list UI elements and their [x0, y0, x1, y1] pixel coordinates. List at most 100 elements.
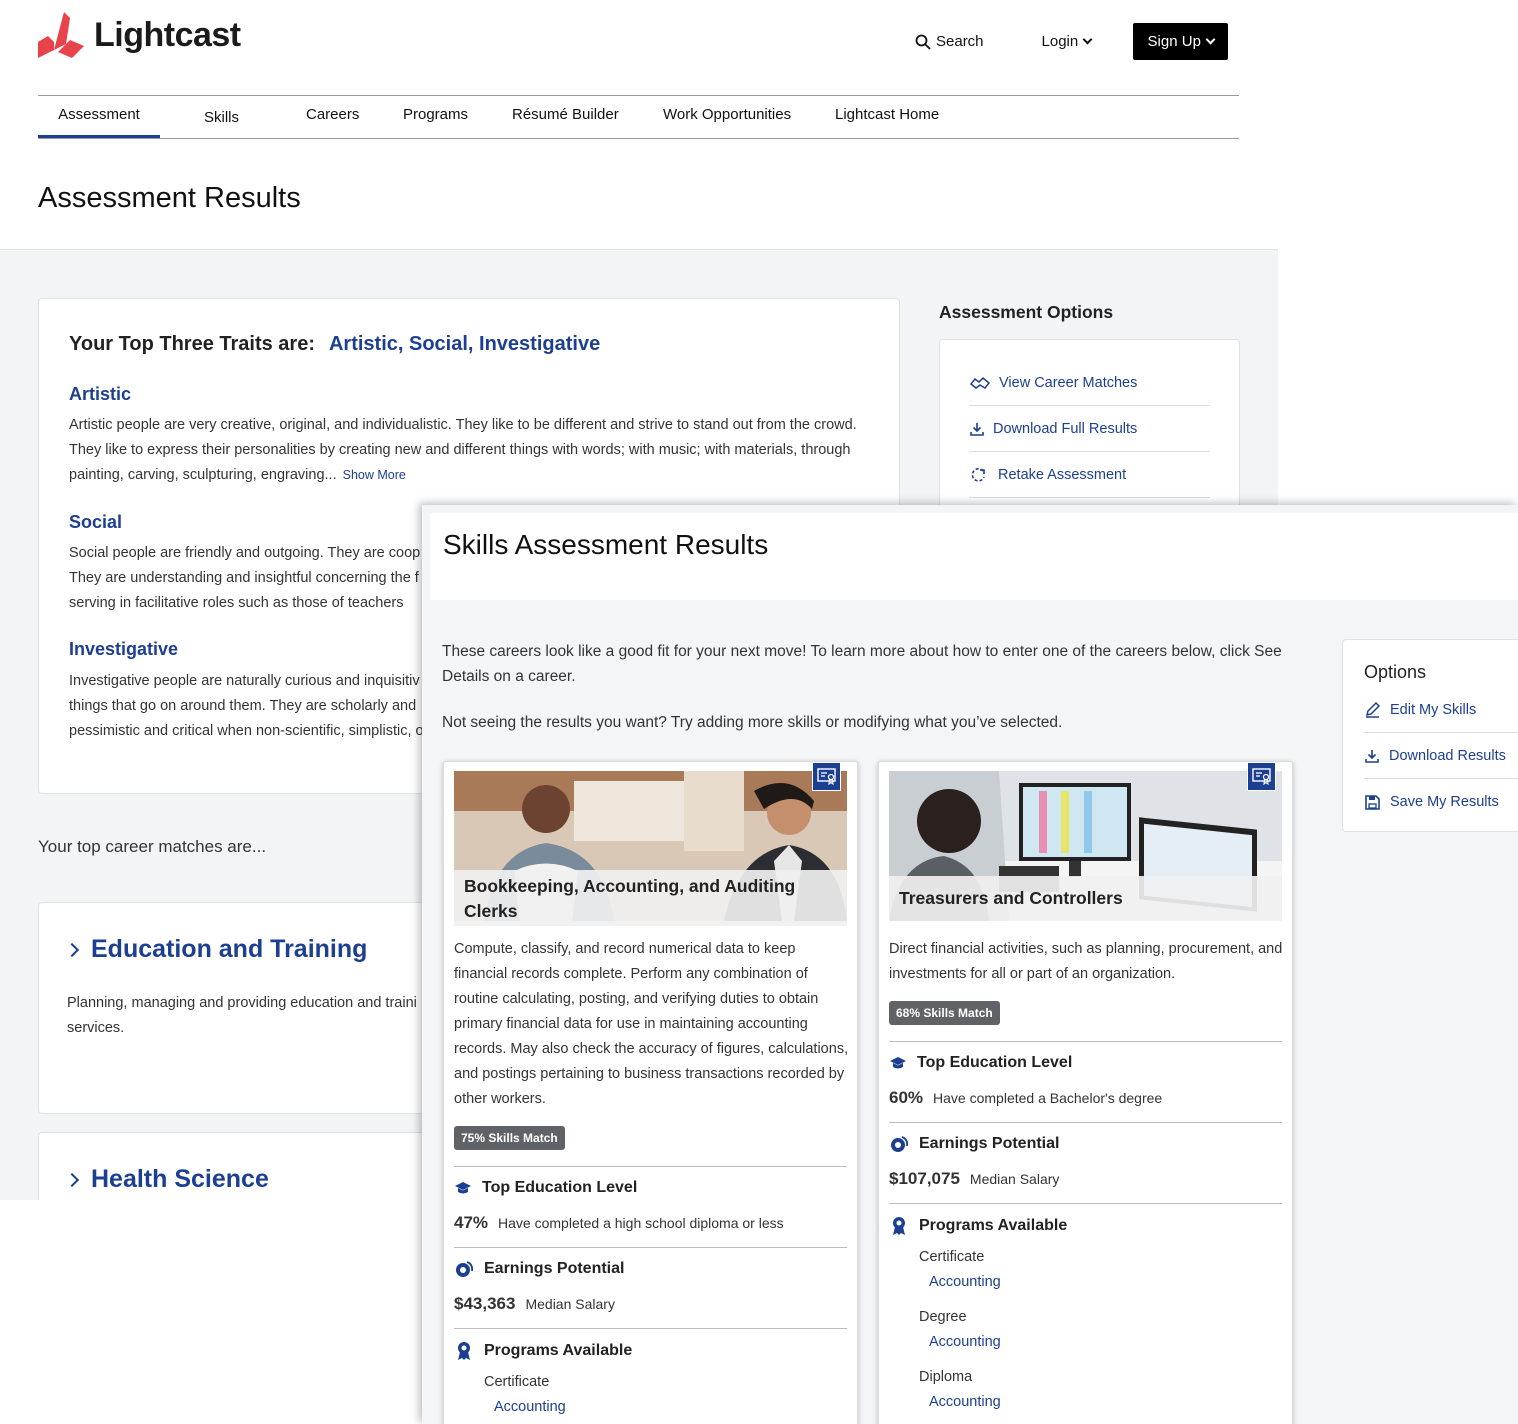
nav-skills[interactable]: Skills — [204, 99, 239, 141]
download-icon — [1365, 749, 1379, 763]
skills-intro-secondary: Not seeing the results you want? Try add… — [442, 714, 1063, 731]
trait-desc-investigative: Investigative people are naturally curio… — [69, 673, 424, 739]
download-full-results-label: Download Full Results — [993, 420, 1138, 437]
career-description: Direct financial activities, such as pla… — [889, 941, 1283, 982]
program-link[interactable]: Accounting — [494, 1399, 566, 1415]
download-results-link[interactable]: Download Results — [1364, 733, 1518, 779]
award-ribbon-icon — [893, 1217, 905, 1235]
save-icon — [1365, 794, 1380, 810]
nav-careers[interactable]: Careers — [306, 96, 359, 138]
certificate-badge-icon[interactable] — [812, 762, 841, 791]
skills-intro: These careers look like a good fit for y… — [442, 643, 1282, 685]
education-stat: 47% Have completed a high school diploma… — [454, 1213, 784, 1233]
earnings-icon — [456, 1261, 474, 1277]
education-label: Have completed a high school diploma or … — [498, 1215, 784, 1231]
nav-work-opportunities[interactable]: Work Opportunities — [663, 96, 791, 138]
chevron-right-icon — [64, 1172, 80, 1187]
trait-title-social: Social — [69, 512, 123, 532]
nav-lightcast-home[interactable]: Lightcast Home — [835, 96, 939, 138]
divider — [454, 1328, 847, 1329]
program-link[interactable]: Accounting — [929, 1394, 1001, 1410]
career-card[interactable]: Treasurers and Controllers Direct financ… — [878, 761, 1293, 1424]
program-type: Certificate — [484, 1374, 550, 1390]
divider — [889, 1041, 1282, 1042]
lightcast-logo-icon — [38, 12, 84, 58]
skills-header: Skills Assessment Results — [430, 513, 1518, 600]
trait-title-artistic: Artistic — [69, 384, 132, 404]
skills-options-panel: Options Edit My Skills Download Results … — [1342, 639, 1518, 832]
download-full-results-link[interactable]: Download Full Results — [969, 406, 1210, 452]
education-title-label: Top Education Level — [482, 1179, 638, 1196]
save-my-results-label: Save My Results — [1390, 794, 1499, 810]
graduation-cap-icon — [890, 1057, 906, 1069]
show-more-link[interactable]: Show More — [343, 468, 406, 482]
nav-resume-builder[interactable]: Résumé Builder — [512, 96, 619, 138]
chevron-down-icon — [1082, 34, 1093, 45]
trait-desc-artistic-text: Artistic people are very creative, origi… — [69, 417, 857, 483]
programs-title: Programs Available — [454, 1341, 632, 1361]
pencil-icon — [1365, 701, 1381, 718]
save-my-results-link[interactable]: Save My Results — [1364, 779, 1518, 825]
main-nav: Assessment Skills Careers Programs Résum… — [38, 95, 1239, 139]
program-type: Diploma — [919, 1369, 973, 1385]
assessment-options-title: Assessment Options — [939, 302, 1114, 322]
page-title: Assessment Results — [38, 182, 301, 214]
retake-assessment-link[interactable]: Retake Assessment — [969, 452, 1210, 498]
cluster-card-health[interactable]: Health Science — [38, 1132, 438, 1200]
login-dropdown[interactable]: Login — [1041, 33, 1093, 50]
education-title: Top Education Level — [889, 1054, 1072, 1072]
lightcast-logo[interactable]: Lightcast — [38, 12, 241, 58]
edit-my-skills-link[interactable]: Edit My Skills — [1364, 687, 1518, 733]
education-title: Top Education Level — [454, 1179, 637, 1197]
divider — [454, 1247, 847, 1248]
career-matches-icon — [969, 376, 991, 389]
award-ribbon-icon — [458, 1342, 470, 1360]
earnings-title-label: Earnings Potential — [484, 1260, 625, 1277]
education-percent: 47% — [454, 1213, 489, 1232]
edit-my-skills-label: Edit My Skills — [1390, 701, 1477, 718]
programs-title: Programs Available — [889, 1216, 1067, 1236]
download-icon — [970, 422, 984, 436]
earnings-icon — [891, 1136, 909, 1152]
logo-text: Lightcast — [94, 15, 241, 54]
skills-match-badge: 68% Skills Match — [889, 1001, 1000, 1025]
view-career-matches-link[interactable]: View Career Matches — [969, 360, 1210, 406]
chevron-right-icon — [64, 942, 80, 957]
career-matches-intro: Your top career matches are... — [38, 837, 267, 856]
cluster-title-health[interactable]: Health Science — [64, 1165, 269, 1194]
login-label: Login — [1041, 33, 1079, 50]
signup-button[interactable]: Sign Up — [1133, 23, 1229, 60]
skills-options-title: Options — [1364, 662, 1427, 682]
traits-summary: Artistic, Social, Investigative — [328, 333, 601, 355]
signup-label: Sign Up — [1147, 33, 1201, 50]
earnings-title: Earnings Potential — [454, 1260, 624, 1278]
career-title[interactable]: Treasurers and Controllers — [889, 876, 1282, 921]
search-icon — [915, 34, 931, 50]
earnings-stat: $43,363 Median Salary — [454, 1294, 615, 1314]
career-title[interactable]: Bookkeeping, Accounting, and Auditing Cl… — [454, 870, 847, 926]
earnings-title-label: Earnings Potential — [919, 1135, 1060, 1152]
earnings-label: Median Salary — [525, 1296, 615, 1312]
education-percent: 60% — [889, 1088, 924, 1107]
retake-icon — [971, 467, 985, 482]
education-label: Have completed a Bachelor's degree — [933, 1090, 1163, 1106]
program-link[interactable]: Accounting — [929, 1274, 1001, 1290]
certificate-icon — [817, 768, 836, 785]
nav-programs[interactable]: Programs — [403, 96, 468, 138]
program-type: Certificate — [919, 1249, 985, 1265]
earnings-title: Earnings Potential — [889, 1135, 1059, 1153]
cluster-card-education[interactable]: Education and Training Planning, managin… — [38, 902, 438, 1114]
cluster-title-education[interactable]: Education and Training — [64, 935, 367, 964]
search-label: Search — [936, 33, 984, 50]
program-link[interactable]: Accounting — [929, 1334, 1001, 1350]
nav-assessment[interactable]: Assessment — [38, 96, 160, 138]
search-link[interactable]: Search — [915, 33, 984, 50]
program-type: Degree — [919, 1309, 967, 1325]
trait-desc-social: Social people are friendly and outgoing.… — [69, 545, 439, 611]
earnings-value: $107,075 — [889, 1169, 960, 1188]
chevron-down-icon — [1205, 34, 1216, 45]
earnings-label: Median Salary — [969, 1171, 1060, 1187]
certificate-badge-icon[interactable] — [1247, 762, 1276, 791]
download-results-label: Download Results — [1389, 747, 1506, 764]
career-card[interactable]: Bookkeeping, Accounting, and Auditing Cl… — [443, 761, 858, 1424]
